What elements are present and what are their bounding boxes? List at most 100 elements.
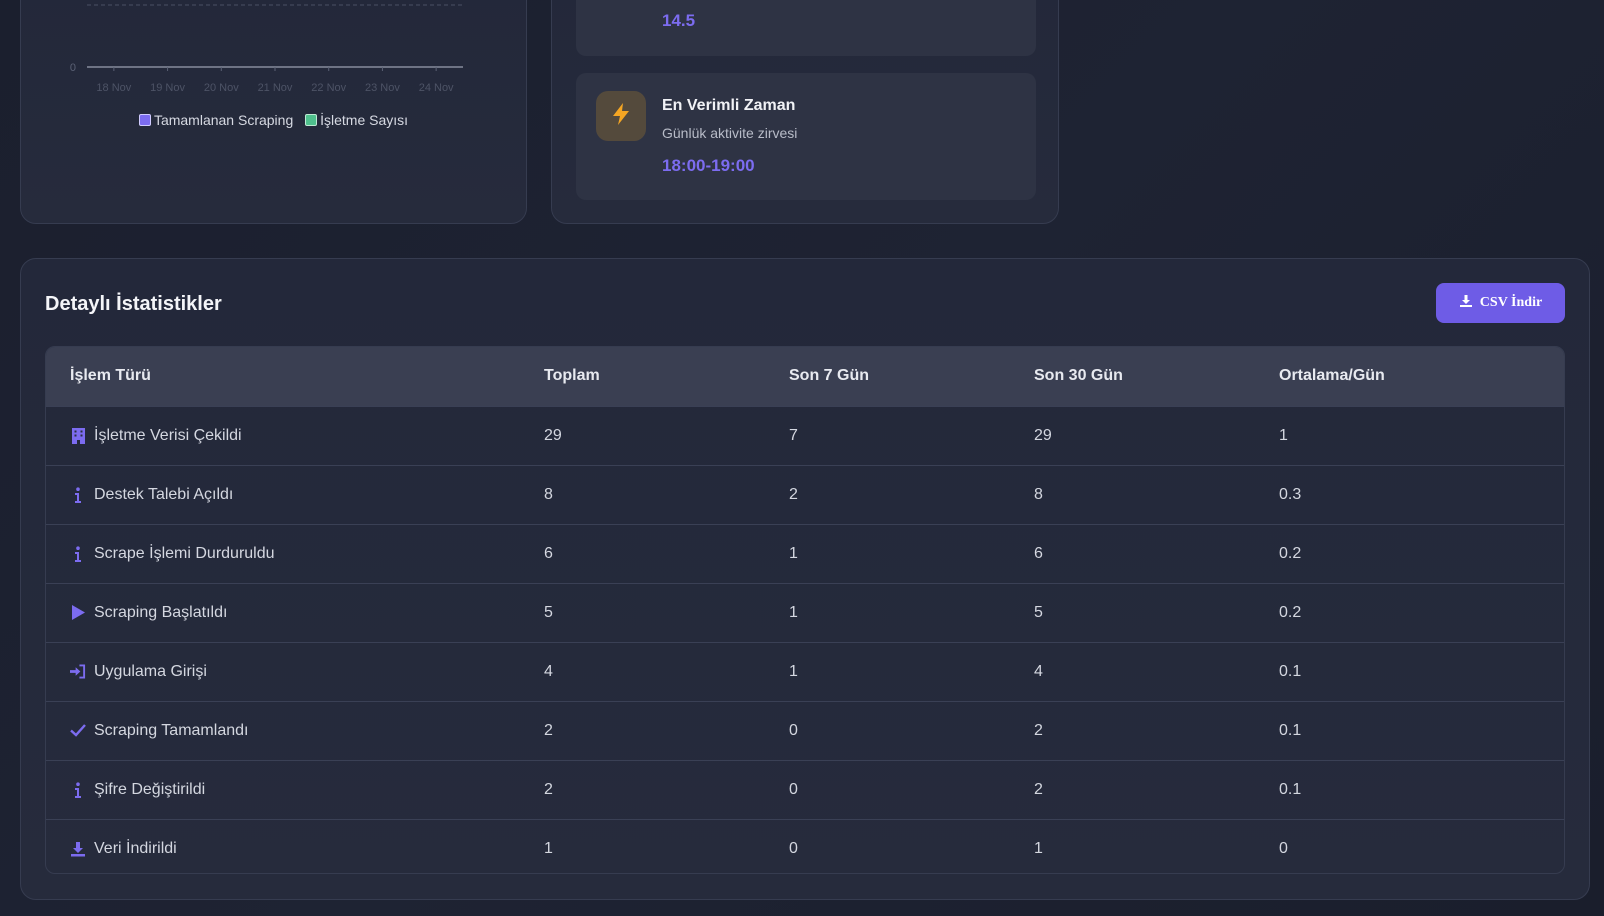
cell-last30: 6 xyxy=(1034,544,1043,562)
cell-last30: 2 xyxy=(1034,721,1043,739)
cell-total: 5 xyxy=(544,603,553,621)
legend-swatch-business xyxy=(305,114,318,126)
column-header-average[interactable]: Ortalama/Gün xyxy=(1255,347,1564,406)
table-row[interactable]: Destek Talebi Açıldı 8 2 8 0.3 xyxy=(46,465,1564,524)
type-label: Uygulama Girişi xyxy=(94,662,207,680)
chart-y-tick-label: 0 xyxy=(70,62,76,74)
cell-type: Uygulama Girişi xyxy=(46,642,520,701)
table-row[interactable]: Scraping Tamamlandı 2 0 2 0.1 xyxy=(46,701,1564,760)
column-header-type[interactable]: İşlem Türü xyxy=(46,347,520,406)
type-cell: Destek Talebi Açıldı xyxy=(70,486,520,504)
cell-average: 0.3 xyxy=(1279,485,1302,503)
insights-card: 14.5 En Verimli Zaman Günlük aktivite zi… xyxy=(551,0,1059,224)
type-label: Scraping Tamamlandı xyxy=(94,721,249,739)
login-icon xyxy=(70,664,86,680)
legend-label-scraping: Tamamlanan Scraping xyxy=(153,112,294,128)
cell-last30: 29 xyxy=(1034,426,1052,444)
legend-item-business[interactable]: İşletme Sayısı xyxy=(305,112,408,128)
legend-swatch-scraping xyxy=(138,114,151,126)
table-row[interactable]: Scraping Başlatıldı 5 1 5 0.2 xyxy=(46,583,1564,642)
type-label: Scraping Başlatıldı xyxy=(94,603,228,621)
insight-item-top: 14.5 xyxy=(576,0,1036,56)
table-row[interactable]: Veri İndirildi 1 0 1 0 xyxy=(46,819,1564,873)
type-cell: Scraping Başlatıldı xyxy=(70,604,520,622)
chart-x-tick-label: 20 Nov xyxy=(204,82,239,94)
type-cell: Veri İndirildi xyxy=(70,840,520,858)
cell-last7: 1 xyxy=(789,662,798,680)
insight-subtitle: Günlük aktivite zirvesi xyxy=(662,125,798,141)
insight-item-best-time: En Verimli Zaman Günlük aktivite zirvesi… xyxy=(576,73,1036,200)
type-cell: Uygulama Girişi xyxy=(70,663,520,681)
cell-last30: 4 xyxy=(1034,662,1043,680)
cell-average: 0.1 xyxy=(1279,780,1302,798)
cell-last7: 0 xyxy=(789,839,798,857)
type-label: Destek Talebi Açıldı xyxy=(94,485,234,503)
table-row[interactable]: İşletme Verisi Çekildi 29 7 29 1 xyxy=(46,406,1564,465)
cell-last30: 1 xyxy=(1034,839,1043,857)
chart-x-tick-label: 21 Nov xyxy=(258,82,293,94)
cell-last30: 5 xyxy=(1034,603,1043,621)
cell-average: 0.2 xyxy=(1279,544,1302,562)
cell-type: Şifre Değiştirildi xyxy=(46,760,520,819)
cell-last7: 1 xyxy=(789,603,798,621)
lightning-icon xyxy=(612,102,630,130)
cell-average: 0.2 xyxy=(1279,603,1302,621)
cell-average: 1 xyxy=(1279,426,1288,444)
cell-total: 2 xyxy=(544,780,553,798)
activity-line-chart: 0 18 Nov 19 Nov 20 Nov 21 Nov 22 Nov 23 Nov 24 … xyxy=(70,4,463,94)
cell-total: 8 xyxy=(544,485,553,503)
chart-x-tick-label: 18 Nov xyxy=(96,82,131,94)
cell-type: Scraping Başlatıldı xyxy=(46,583,520,642)
type-label: İşletme Verisi Çekildi xyxy=(94,426,242,444)
cell-type: Destek Talebi Açıldı xyxy=(46,465,520,524)
info-icon xyxy=(70,781,86,798)
play-icon xyxy=(70,605,86,621)
cell-last7: 7 xyxy=(789,426,798,444)
info-icon xyxy=(70,545,86,562)
legend-label-business: İşletme Sayısı xyxy=(320,112,409,128)
cell-type: Scrape İşlemi Durduruldu xyxy=(46,524,520,583)
insight-top-value: 14.5 xyxy=(662,11,696,30)
cell-average: 0.1 xyxy=(1279,662,1302,680)
building-icon xyxy=(70,427,86,444)
type-label: Veri İndirildi xyxy=(94,839,177,857)
table-row[interactable]: Uygulama Girişi 4 1 4 0.1 xyxy=(46,642,1564,701)
type-label: Şifre Değiştirildi xyxy=(94,780,206,798)
table-row[interactable]: Scrape İşlemi Durduruldu 6 1 6 0.2 xyxy=(46,524,1564,583)
check-icon xyxy=(70,723,86,739)
cell-last30: 2 xyxy=(1034,780,1043,798)
chart-x-tick-label: 19 Nov xyxy=(150,82,185,94)
cell-last7: 0 xyxy=(789,780,798,798)
table-row[interactable]: Şifre Değiştirildi 2 0 2 0.1 xyxy=(46,760,1564,819)
chart-x-tick-label: 23 Nov xyxy=(365,82,400,94)
column-header-last30[interactable]: Son 30 Gün xyxy=(1010,347,1255,406)
detailed-stats-card: Detaylı İstatistikler CSV İndir İşlem Tü… xyxy=(20,258,1590,900)
cell-total: 4 xyxy=(544,662,553,680)
table-header-row: İşlem Türü Toplam Son 7 Gün Son 30 Gün O… xyxy=(46,347,1564,406)
download-icon xyxy=(70,841,86,857)
type-cell: İşletme Verisi Çekildi xyxy=(70,427,520,445)
info-icon xyxy=(70,486,86,503)
column-header-total[interactable]: Toplam xyxy=(520,347,765,406)
insight-icon-box xyxy=(596,91,646,141)
cell-total: 2 xyxy=(544,721,553,739)
stats-table: İşlem Türü Toplam Son 7 Gün Son 30 Gün O… xyxy=(45,346,1565,874)
download-icon xyxy=(1459,294,1473,313)
type-label: Scrape İşlemi Durduruldu xyxy=(94,544,275,562)
cell-last7: 1 xyxy=(789,544,798,562)
insight-value: 18:00-19:00 xyxy=(662,156,755,175)
csv-button-label: CSV İndir xyxy=(1479,295,1543,310)
cell-last7: 2 xyxy=(789,485,798,503)
cell-total: 6 xyxy=(544,544,553,562)
cell-total: 1 xyxy=(544,839,553,857)
insight-title: En Verimli Zaman xyxy=(662,97,796,114)
type-cell: Şifre Değiştirildi xyxy=(70,781,520,799)
column-header-last7[interactable]: Son 7 Gün xyxy=(765,347,1010,406)
cell-type: Veri İndirildi xyxy=(46,819,520,873)
type-cell: Scraping Tamamlandı xyxy=(70,722,520,740)
chart-x-tick-label: 24 Nov xyxy=(419,82,454,94)
legend-item-scraping[interactable]: Tamamlanan Scraping xyxy=(138,112,294,128)
cell-average: 0.1 xyxy=(1279,721,1302,739)
cell-type: Scraping Tamamlandı xyxy=(46,701,520,760)
csv-download-button[interactable]: CSV İndir xyxy=(1436,283,1565,323)
